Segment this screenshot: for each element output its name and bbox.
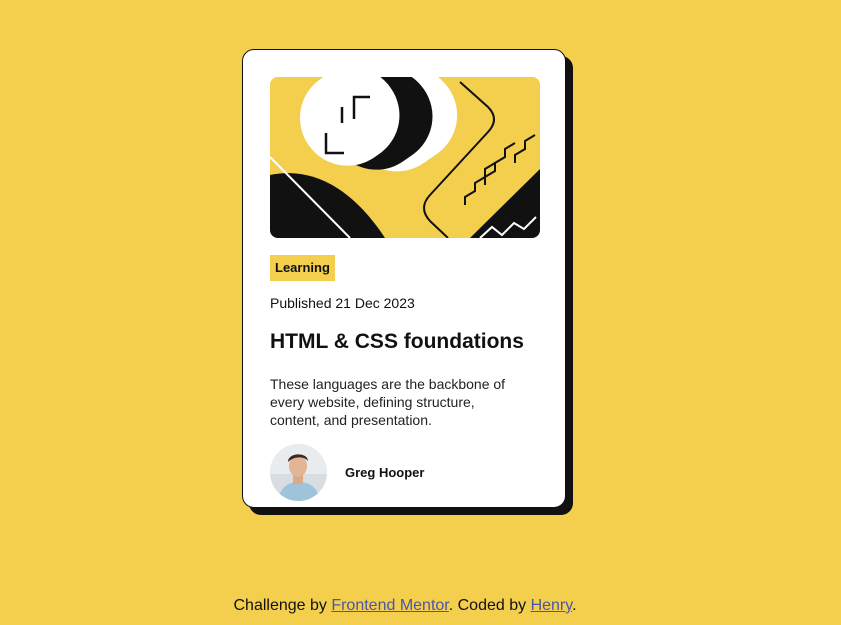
author: Greg Hooper	[270, 444, 424, 501]
attribution-prefix: Challenge by	[233, 597, 332, 614]
attribution: Challenge by Frontend Mentor. Coded by H…	[0, 597, 810, 615]
blog-preview-card: Learning Published 21 Dec 2023 HTML & CS…	[242, 49, 566, 508]
author-avatar	[270, 444, 327, 501]
attribution-suffix: .	[572, 597, 577, 614]
attribution-middle: . Coded by	[448, 597, 531, 614]
author-name: Greg Hooper	[345, 465, 425, 480]
category-tag: Learning	[270, 255, 335, 281]
frontend-mentor-link[interactable]: Frontend Mentor	[331, 597, 448, 614]
card-title[interactable]: HTML & CSS foundations	[270, 330, 524, 354]
hero-illustration	[270, 77, 540, 238]
author-link[interactable]: Henry	[531, 597, 573, 614]
card-description: These languages are the backbone of ever…	[270, 376, 506, 428]
published-date: Published 21 Dec 2023	[270, 295, 415, 311]
